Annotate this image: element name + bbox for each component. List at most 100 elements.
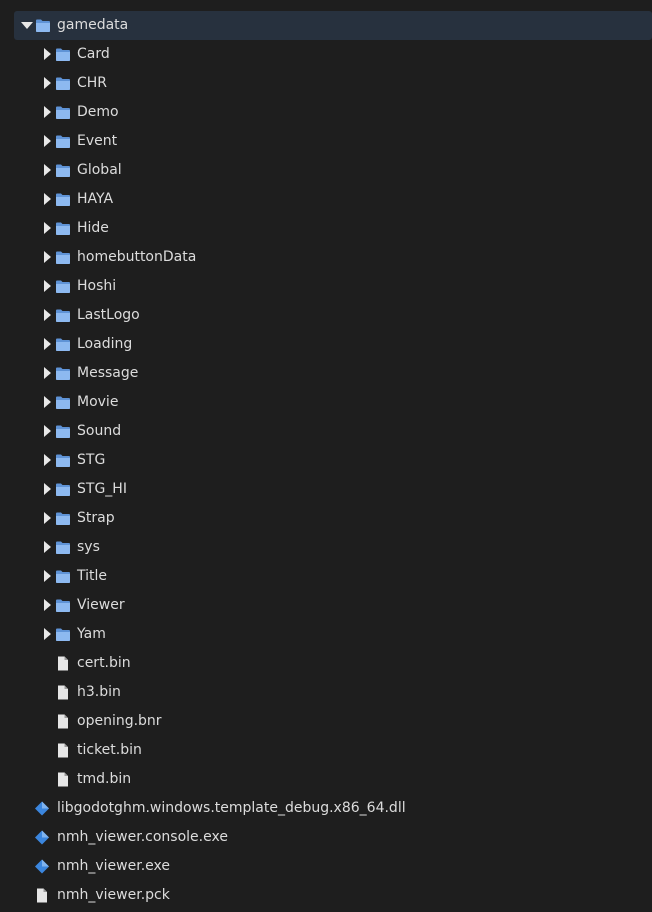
- tree-row-folder[interactable]: Movie: [0, 388, 652, 417]
- folder-icon: [55, 395, 71, 410]
- file-label: nmh_viewer.exe: [57, 858, 170, 874]
- folder-label: STG: [77, 452, 106, 468]
- expand-arrow-icon[interactable]: [44, 106, 51, 118]
- tree-row-folder[interactable]: Hide: [0, 214, 652, 243]
- folder-label: Hoshi: [77, 278, 117, 294]
- expand-arrow-icon[interactable]: [44, 193, 51, 205]
- folder-icon: [55, 482, 71, 497]
- tree-row-folder[interactable]: Loading: [0, 330, 652, 359]
- tree-row-folder[interactable]: Viewer: [0, 591, 652, 620]
- expand-arrow-icon[interactable]: [44, 48, 51, 60]
- folder-label: homebuttonData: [77, 249, 197, 265]
- folder-label: Card: [77, 46, 110, 62]
- file-label: nmh_viewer.pck: [57, 887, 170, 903]
- folder-label: Event: [77, 133, 118, 149]
- folder-icon: [55, 134, 71, 149]
- expand-arrow-icon[interactable]: [44, 454, 51, 466]
- tree-row-file[interactable]: tmd.bin: [0, 765, 652, 794]
- folder-label: Loading: [77, 336, 133, 352]
- expand-arrow-icon[interactable]: [44, 251, 51, 263]
- file-label: libgodotghm.windows.template_debug.x86_6…: [57, 800, 406, 816]
- file-label: tmd.bin: [77, 771, 132, 787]
- folder-icon: [55, 540, 71, 555]
- folder-label: LastLogo: [77, 307, 140, 323]
- file-label: h3.bin: [77, 684, 121, 700]
- expand-arrow-icon[interactable]: [44, 483, 51, 495]
- tree-row-file[interactable]: ticket.bin: [0, 736, 652, 765]
- tree-row-folder[interactable]: homebuttonData: [0, 243, 652, 272]
- tree-row-folder[interactable]: LastLogo: [0, 301, 652, 330]
- file-icon: [55, 656, 71, 671]
- tree-row-folder[interactable]: Hoshi: [0, 272, 652, 301]
- diamond-file-icon: [34, 801, 50, 816]
- folder-icon: [55, 105, 71, 120]
- tree-row-file[interactable]: libgodotghm.windows.template_debug.x86_6…: [0, 794, 652, 823]
- collapse-arrow-icon[interactable]: [21, 22, 33, 29]
- expand-arrow-icon[interactable]: [44, 164, 51, 176]
- tree-row-file[interactable]: opening.bnr: [0, 707, 652, 736]
- expand-arrow-icon[interactable]: [44, 570, 51, 582]
- expand-arrow-icon[interactable]: [44, 628, 51, 640]
- file-label: ticket.bin: [77, 742, 142, 758]
- tree-row-folder[interactable]: CHR: [0, 69, 652, 98]
- folder-icon: [55, 511, 71, 526]
- folder-icon: [55, 163, 71, 178]
- tree-row-folder[interactable]: sys: [0, 533, 652, 562]
- expand-arrow-icon[interactable]: [44, 222, 51, 234]
- expand-arrow-icon[interactable]: [44, 338, 51, 350]
- tree-row-file[interactable]: nmh_viewer.exe: [0, 852, 652, 881]
- expand-arrow-icon[interactable]: [44, 599, 51, 611]
- tree-row-folder[interactable]: Card: [0, 40, 652, 69]
- folder-label: Demo: [77, 104, 119, 120]
- tree-row-folder[interactable]: Message: [0, 359, 652, 388]
- folder-icon: [55, 308, 71, 323]
- expand-arrow-icon[interactable]: [44, 425, 51, 437]
- folder-label: Hide: [77, 220, 109, 236]
- folder-icon: [55, 76, 71, 91]
- tree-row-folder[interactable]: Sound: [0, 417, 652, 446]
- folder-icon: [55, 627, 71, 642]
- folder-icon: [55, 424, 71, 439]
- tree-row-folder[interactable]: Global: [0, 156, 652, 185]
- tree-row-file[interactable]: h3.bin: [0, 678, 652, 707]
- expand-arrow-icon[interactable]: [44, 280, 51, 292]
- tree-row-folder[interactable]: STG: [0, 446, 652, 475]
- folder-icon: [55, 221, 71, 236]
- file-icon: [55, 772, 71, 787]
- file-label: nmh_viewer.console.exe: [57, 829, 228, 845]
- folder-label: Sound: [77, 423, 122, 439]
- tree-row-file[interactable]: nmh_viewer.console.exe: [0, 823, 652, 852]
- expand-arrow-icon[interactable]: [44, 135, 51, 147]
- diamond-file-icon: [34, 859, 50, 874]
- tree-row-folder[interactable]: Demo: [0, 98, 652, 127]
- expand-arrow-icon[interactable]: [44, 77, 51, 89]
- file-label: opening.bnr: [77, 713, 162, 729]
- folder-label: sys: [77, 539, 100, 555]
- tree-row-folder[interactable]: Title: [0, 562, 652, 591]
- expand-arrow-icon[interactable]: [44, 512, 51, 524]
- expand-arrow-icon[interactable]: [44, 367, 51, 379]
- folder-label: Yam: [77, 626, 106, 642]
- diamond-file-icon: [34, 830, 50, 845]
- folder-label: Global: [77, 162, 122, 178]
- folder-icon: [55, 47, 71, 62]
- tree-row-folder[interactable]: Yam: [0, 620, 652, 649]
- tree-row-file[interactable]: nmh_viewer.pck: [0, 881, 652, 910]
- tree-row-folder[interactable]: Event: [0, 127, 652, 156]
- tree-row-file[interactable]: cert.bin: [0, 649, 652, 678]
- folder-label: Title: [77, 568, 108, 584]
- file-label: cert.bin: [77, 655, 131, 671]
- tree-row-folder[interactable]: HAYA: [0, 185, 652, 214]
- tree-row-folder[interactable]: Strap: [0, 504, 652, 533]
- tree-row-folder[interactable]: STG_HI: [0, 475, 652, 504]
- file-icon: [55, 714, 71, 729]
- folder-label: STG_HI: [77, 481, 127, 497]
- expand-arrow-icon[interactable]: [44, 396, 51, 408]
- expand-arrow-icon[interactable]: [44, 541, 51, 553]
- expand-arrow-icon[interactable]: [44, 309, 51, 321]
- folder-icon: [55, 453, 71, 468]
- file-icon: [55, 743, 71, 758]
- tree-row-gamedata[interactable]: gamedata: [14, 11, 652, 40]
- file-tree: gamedata Card CHR Demo Event Global HAYA Hide ho…: [0, 0, 652, 912]
- folder-icon: [55, 279, 71, 294]
